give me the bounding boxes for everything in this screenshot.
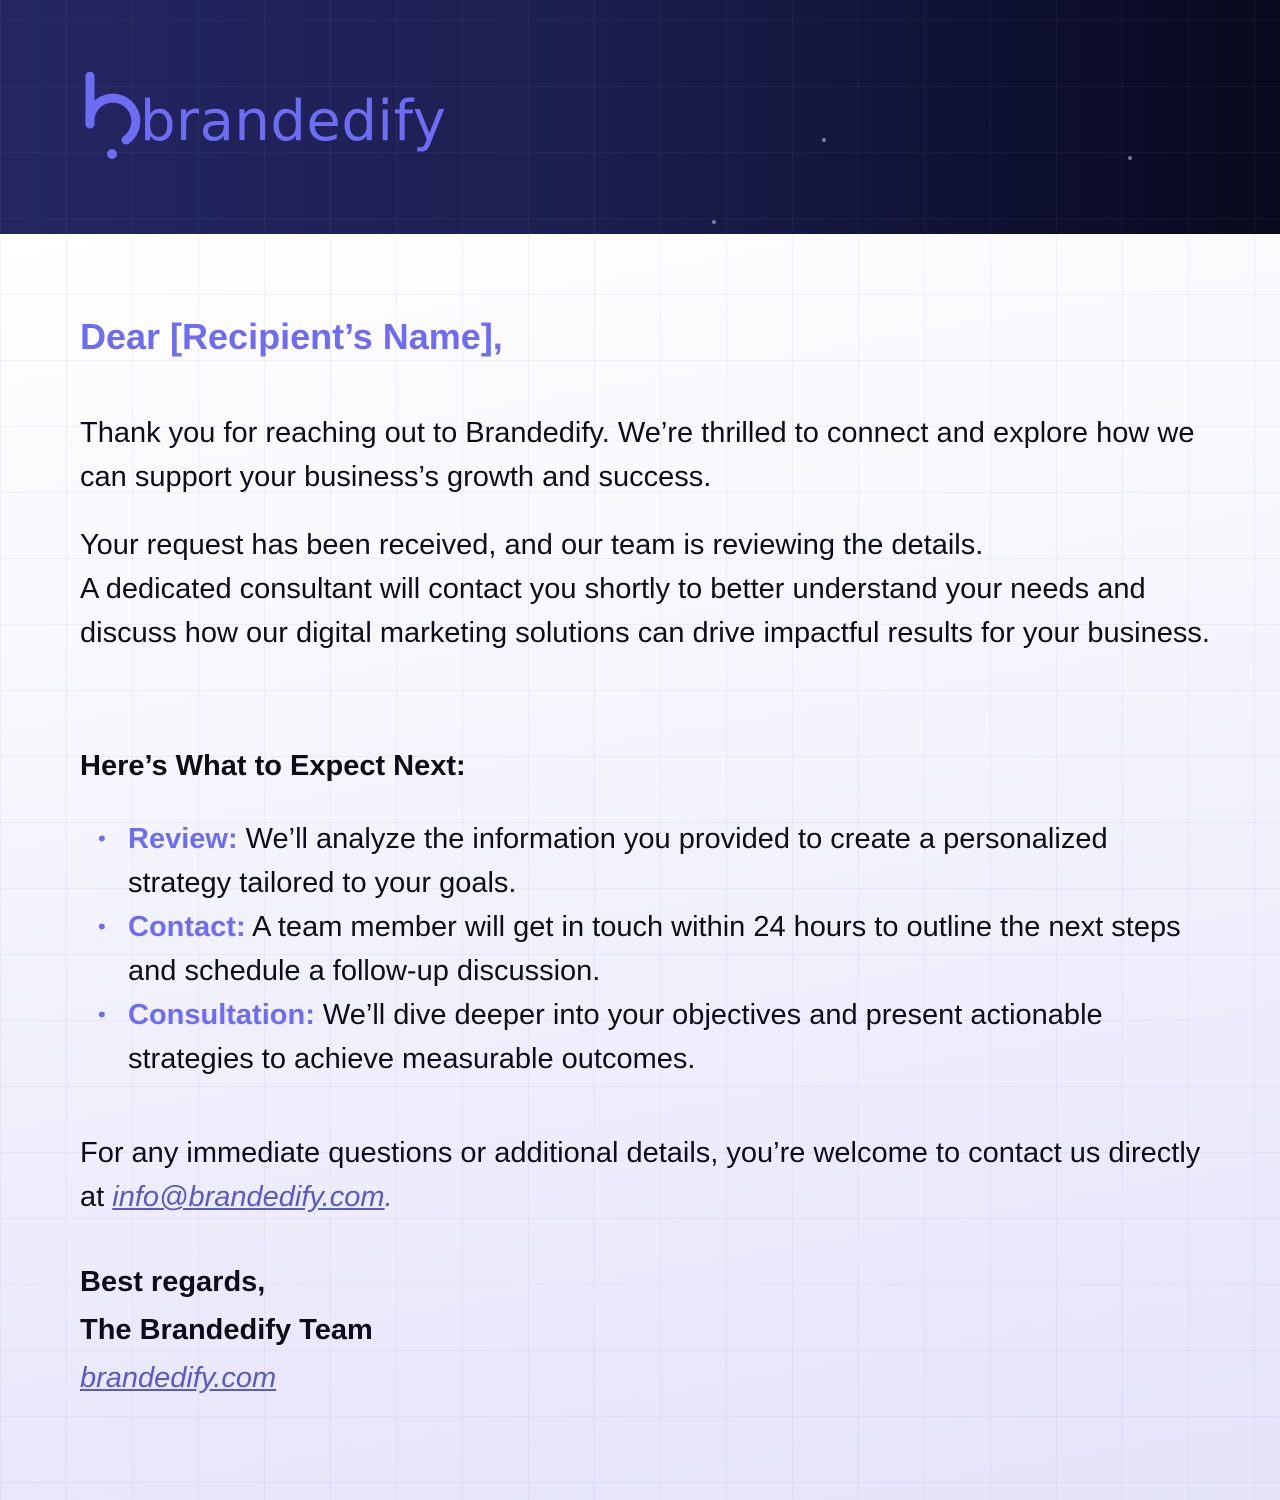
consultant-paragraph: A dedicated consultant will contact you … <box>80 573 1210 649</box>
next-steps-list: • Review: We’ll analyze the information … <box>80 817 1210 1081</box>
bullet-icon: • <box>98 914 106 939</box>
step-label: Contact: <box>128 911 246 943</box>
status-line: Your request has been received, and our … <box>80 529 984 561</box>
contact-email-link[interactable]: info@brandedify.com <box>112 1181 384 1213</box>
list-item: • Contact: A team member will get in tou… <box>80 905 1210 993</box>
contact-paragraph: For any immediate questions or additiona… <box>80 1131 1210 1219</box>
closing: Best regards, <box>80 1266 266 1298</box>
step-text: We’ll analyze the information you provid… <box>128 823 1108 899</box>
email-page: brandedify Dear [Recipient’s Name], Than… <box>0 0 1280 1500</box>
bullet-icon: • <box>98 826 106 851</box>
bullet-icon: • <box>98 1002 106 1027</box>
greeting: Dear [Recipient’s Name], <box>80 316 503 357</box>
request-paragraph: Your request has been received, and our … <box>80 523 1210 655</box>
step-label: Consultation: <box>128 999 315 1031</box>
website-link[interactable]: brandedify.com <box>80 1362 276 1395</box>
list-item: • Consultation: We’ll dive deeper into y… <box>80 993 1210 1081</box>
header-star-dot <box>822 138 826 142</box>
next-steps-heading: Here’s What to Expect Next: <box>80 750 466 782</box>
contact-email-suffix: . <box>384 1181 393 1213</box>
brand-logo: brandedify <box>82 72 446 162</box>
step-text: A team member will get in touch within 2… <box>128 911 1181 987</box>
header-star-dot <box>1128 156 1132 160</box>
header-star-dot <box>712 220 716 224</box>
step-label: Review: <box>128 823 238 855</box>
header-banner: brandedify <box>0 0 1280 234</box>
brandedify-logo-icon <box>85 72 141 159</box>
list-item: • Review: We’ll analyze the information … <box>80 817 1210 905</box>
team-signature: The Brandedify Team <box>80 1314 373 1346</box>
brand-wordmark: brandedify <box>140 89 447 154</box>
intro-paragraph: Thank you for reaching out to Brandedify… <box>80 417 1195 493</box>
